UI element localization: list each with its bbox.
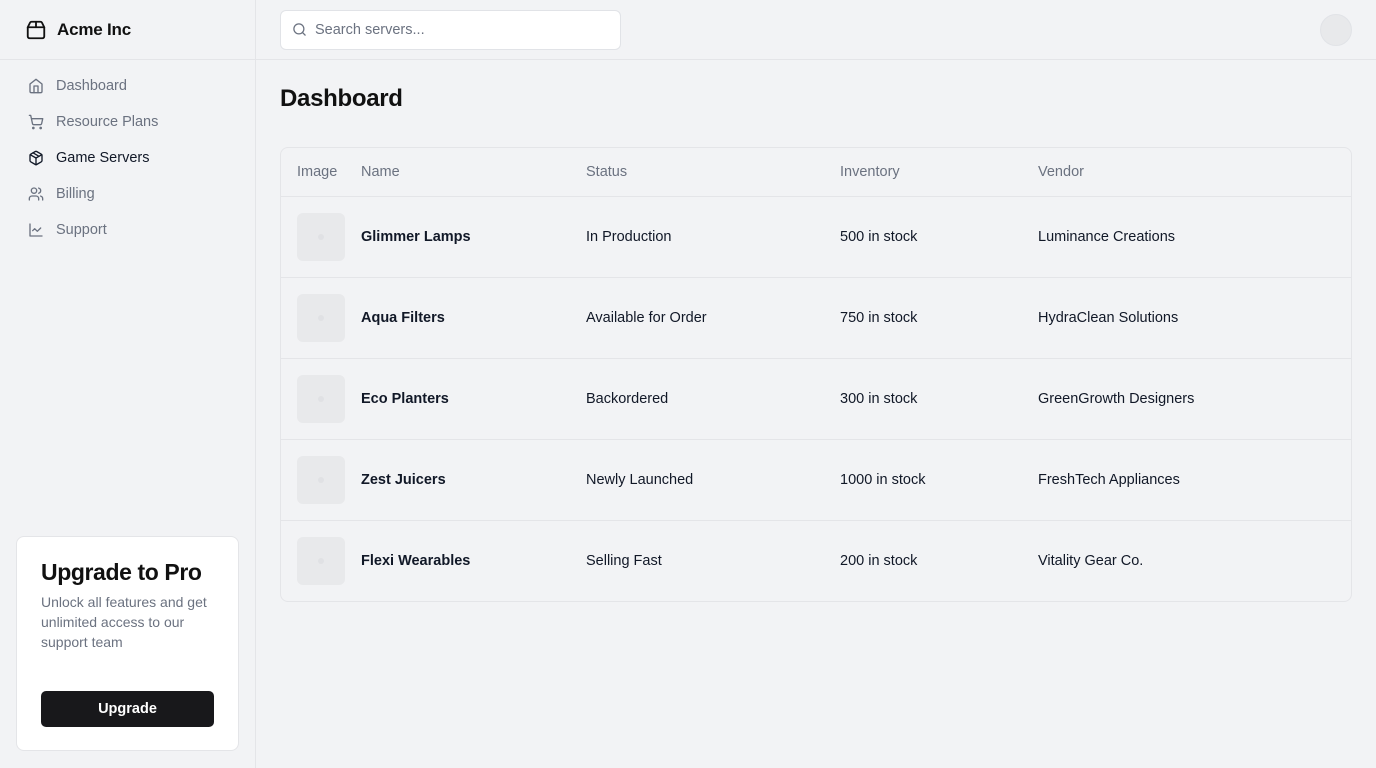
sidebar-item-billing[interactable]: Billing <box>16 176 239 212</box>
brand[interactable]: Acme Inc <box>0 0 255 60</box>
image-placeholder-icon <box>318 557 324 564</box>
upgrade-card: Upgrade to Pro Unlock all features and g… <box>16 536 239 751</box>
product-status: Selling Fast <box>586 552 662 569</box>
users-icon <box>28 186 44 202</box>
product-image <box>297 536 345 585</box>
search-input[interactable] <box>315 21 620 38</box>
image-placeholder-icon <box>318 233 324 240</box>
image-placeholder-icon <box>318 476 324 483</box>
product-inventory: 300 in stock <box>840 358 1038 440</box>
products-table: Image Name Status Inventory Vendor Glimm… <box>280 147 1352 602</box>
upgrade-title: Upgrade to Pro <box>41 559 202 585</box>
column-header-inventory: Inventory <box>840 148 1038 197</box>
page-title: Dashboard <box>280 85 403 112</box>
product-name: Aqua Filters <box>361 277 586 359</box>
line-chart-icon <box>28 222 44 238</box>
sidebar-item-label: Billing <box>56 186 95 202</box>
column-header-name: Name <box>361 148 586 197</box>
product-name: Flexi Wearables <box>361 552 471 569</box>
product-vendor: HydraClean Solutions <box>1038 277 1351 359</box>
product-vendor: Luminance Creations <box>1038 196 1351 278</box>
app-root: Acme Inc Dashboard Resource Plans Game S… <box>0 0 1376 768</box>
sidebar-item-label: Game Servers <box>56 150 150 166</box>
main-area: Dashboard Image Name Status Inventory Ve… <box>256 0 1376 768</box>
product-inventory: 200 in stock <box>840 552 918 569</box>
product-image <box>297 374 345 423</box>
column-header-status: Status <box>586 148 840 197</box>
product-inventory: 1000 in stock <box>840 439 1038 521</box>
product-image <box>297 455 345 504</box>
sidebar: Acme Inc Dashboard Resource Plans Game S… <box>0 0 256 768</box>
cart-icon <box>28 114 44 130</box>
product-name: Glimmer Lamps <box>361 196 586 278</box>
topbar <box>256 0 1376 60</box>
product-status: Newly Launched <box>586 439 840 521</box>
sidebar-item-dashboard[interactable]: Dashboard <box>16 68 239 104</box>
product-inventory: 500 in stock <box>840 196 1038 278</box>
brand-name: Acme Inc <box>57 19 131 39</box>
column-header-vendor: Vendor <box>1038 148 1351 197</box>
product-status: Backordered <box>586 358 840 440</box>
product-status: In Production <box>586 196 840 278</box>
sidebar-item-label: Dashboard <box>56 78 127 94</box>
sidebar-item-resource-plans[interactable]: Resource Plans <box>16 104 239 140</box>
upgrade-button[interactable]: Upgrade <box>41 691 214 727</box>
product-image <box>297 212 345 261</box>
avatar[interactable] <box>1320 14 1352 46</box>
image-placeholder-icon <box>318 314 324 321</box>
sidebar-item-label: Support <box>56 222 107 238</box>
product-name: Zest Juicers <box>361 439 586 521</box>
product-vendor: GreenGrowth Designers <box>1038 358 1351 440</box>
product-image <box>297 293 345 342</box>
home-icon <box>28 78 44 94</box>
product-name: Eco Planters <box>361 358 586 440</box>
table-row[interactable]: Flexi Wearables Selling Fast 200 in stoc… <box>281 520 1351 601</box>
sidebar-nav: Dashboard Resource Plans Game Servers Bi… <box>0 60 255 256</box>
search-box[interactable] <box>280 9 621 50</box>
product-vendor: Vitality Gear Co. <box>1038 552 1144 569</box>
product-inventory: 750 in stock <box>840 277 1038 359</box>
table-row[interactable]: Aqua Filters Available for Order 750 in … <box>281 277 1351 359</box>
table-row[interactable]: Glimmer Lamps In Production 500 in stock… <box>281 196 1351 278</box>
column-header-image: Image <box>281 148 361 197</box>
sidebar-item-game-servers[interactable]: Game Servers <box>16 140 239 176</box>
table-row[interactable]: Zest Juicers Newly Launched 1000 in stoc… <box>281 439 1351 521</box>
search-icon <box>292 22 307 37</box>
package-icon <box>25 19 47 41</box>
box-icon <box>28 150 44 166</box>
sidebar-item-label: Resource Plans <box>56 114 159 130</box>
image-placeholder-icon <box>318 395 324 402</box>
table-row[interactable]: Eco Planters Backordered 300 in stock Gr… <box>281 358 1351 440</box>
product-vendor: FreshTech Appliances <box>1038 439 1351 521</box>
table-header-row: Image Name Status Inventory Vendor <box>281 148 1351 197</box>
product-status: Available for Order <box>586 277 840 359</box>
upgrade-description: Unlock all features and get unlimited ac… <box>41 594 207 650</box>
sidebar-item-support[interactable]: Support <box>16 212 239 248</box>
content: Dashboard Image Name Status Inventory Ve… <box>256 60 1376 626</box>
